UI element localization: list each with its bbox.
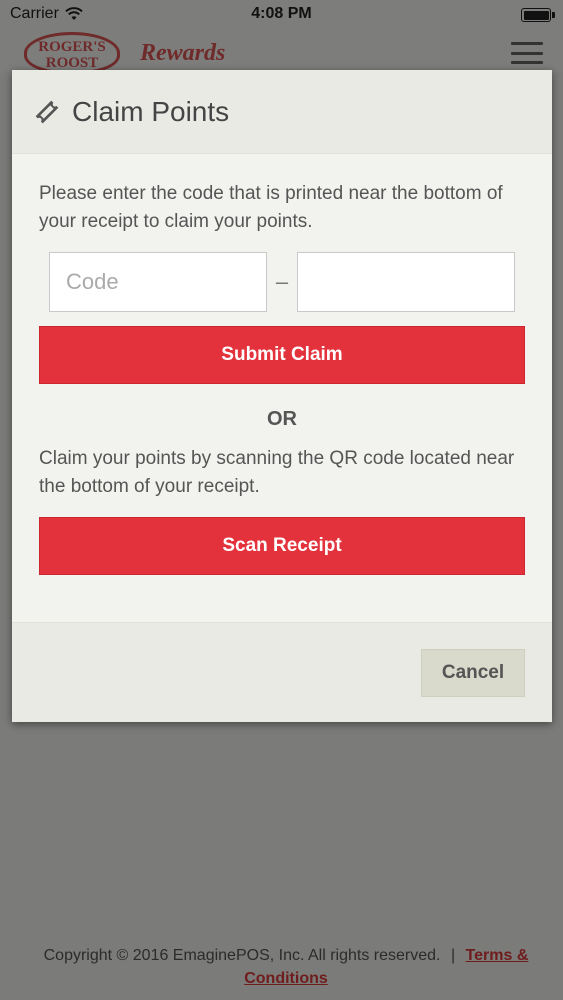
claim-points-modal: Claim Points Please enter the code that … [12, 70, 552, 722]
modal-body: Please enter the code that is printed ne… [12, 154, 552, 622]
modal-footer: Cancel [12, 622, 552, 722]
code-input-first[interactable] [49, 252, 267, 312]
hamburger-menu-icon[interactable] [511, 42, 543, 64]
copyright-text: Copyright © 2016 EmaginePOS, Inc. All ri… [43, 947, 441, 964]
or-divider: OR [267, 408, 297, 430]
cancel-button[interactable]: Cancel [421, 649, 525, 697]
app-header: ROGER'S ROOST Rewards [0, 30, 563, 74]
modal-header: Claim Points [12, 70, 552, 154]
code-instructions: Please enter the code that is printed ne… [39, 183, 503, 232]
battery-icon [521, 8, 555, 22]
code-input-second[interactable] [297, 252, 515, 312]
status-bar: Carrier 4:08 PM [0, 0, 563, 30]
rewards-title: Rewards [140, 40, 226, 66]
code-input-row: – [39, 252, 525, 312]
status-time: 4:08 PM [251, 5, 312, 22]
modal-title: Claim Points [72, 95, 230, 127]
brand-logo[interactable]: ROGER'S ROOST [24, 32, 120, 74]
scan-receipt-button[interactable]: Scan Receipt [39, 517, 525, 575]
qr-instructions: Claim your points by scanning the QR cod… [39, 448, 515, 497]
submit-claim-button[interactable]: Submit Claim [39, 326, 525, 384]
ticket-icon [35, 100, 59, 123]
logo-line-2: ROOST [45, 55, 99, 71]
logo-line-1: ROGER'S [38, 39, 106, 55]
copyright-footer: Copyright © 2016 EmaginePOS, Inc. All ri… [36, 944, 536, 990]
footer-separator: | [450, 947, 456, 964]
code-separator: – [275, 269, 289, 294]
